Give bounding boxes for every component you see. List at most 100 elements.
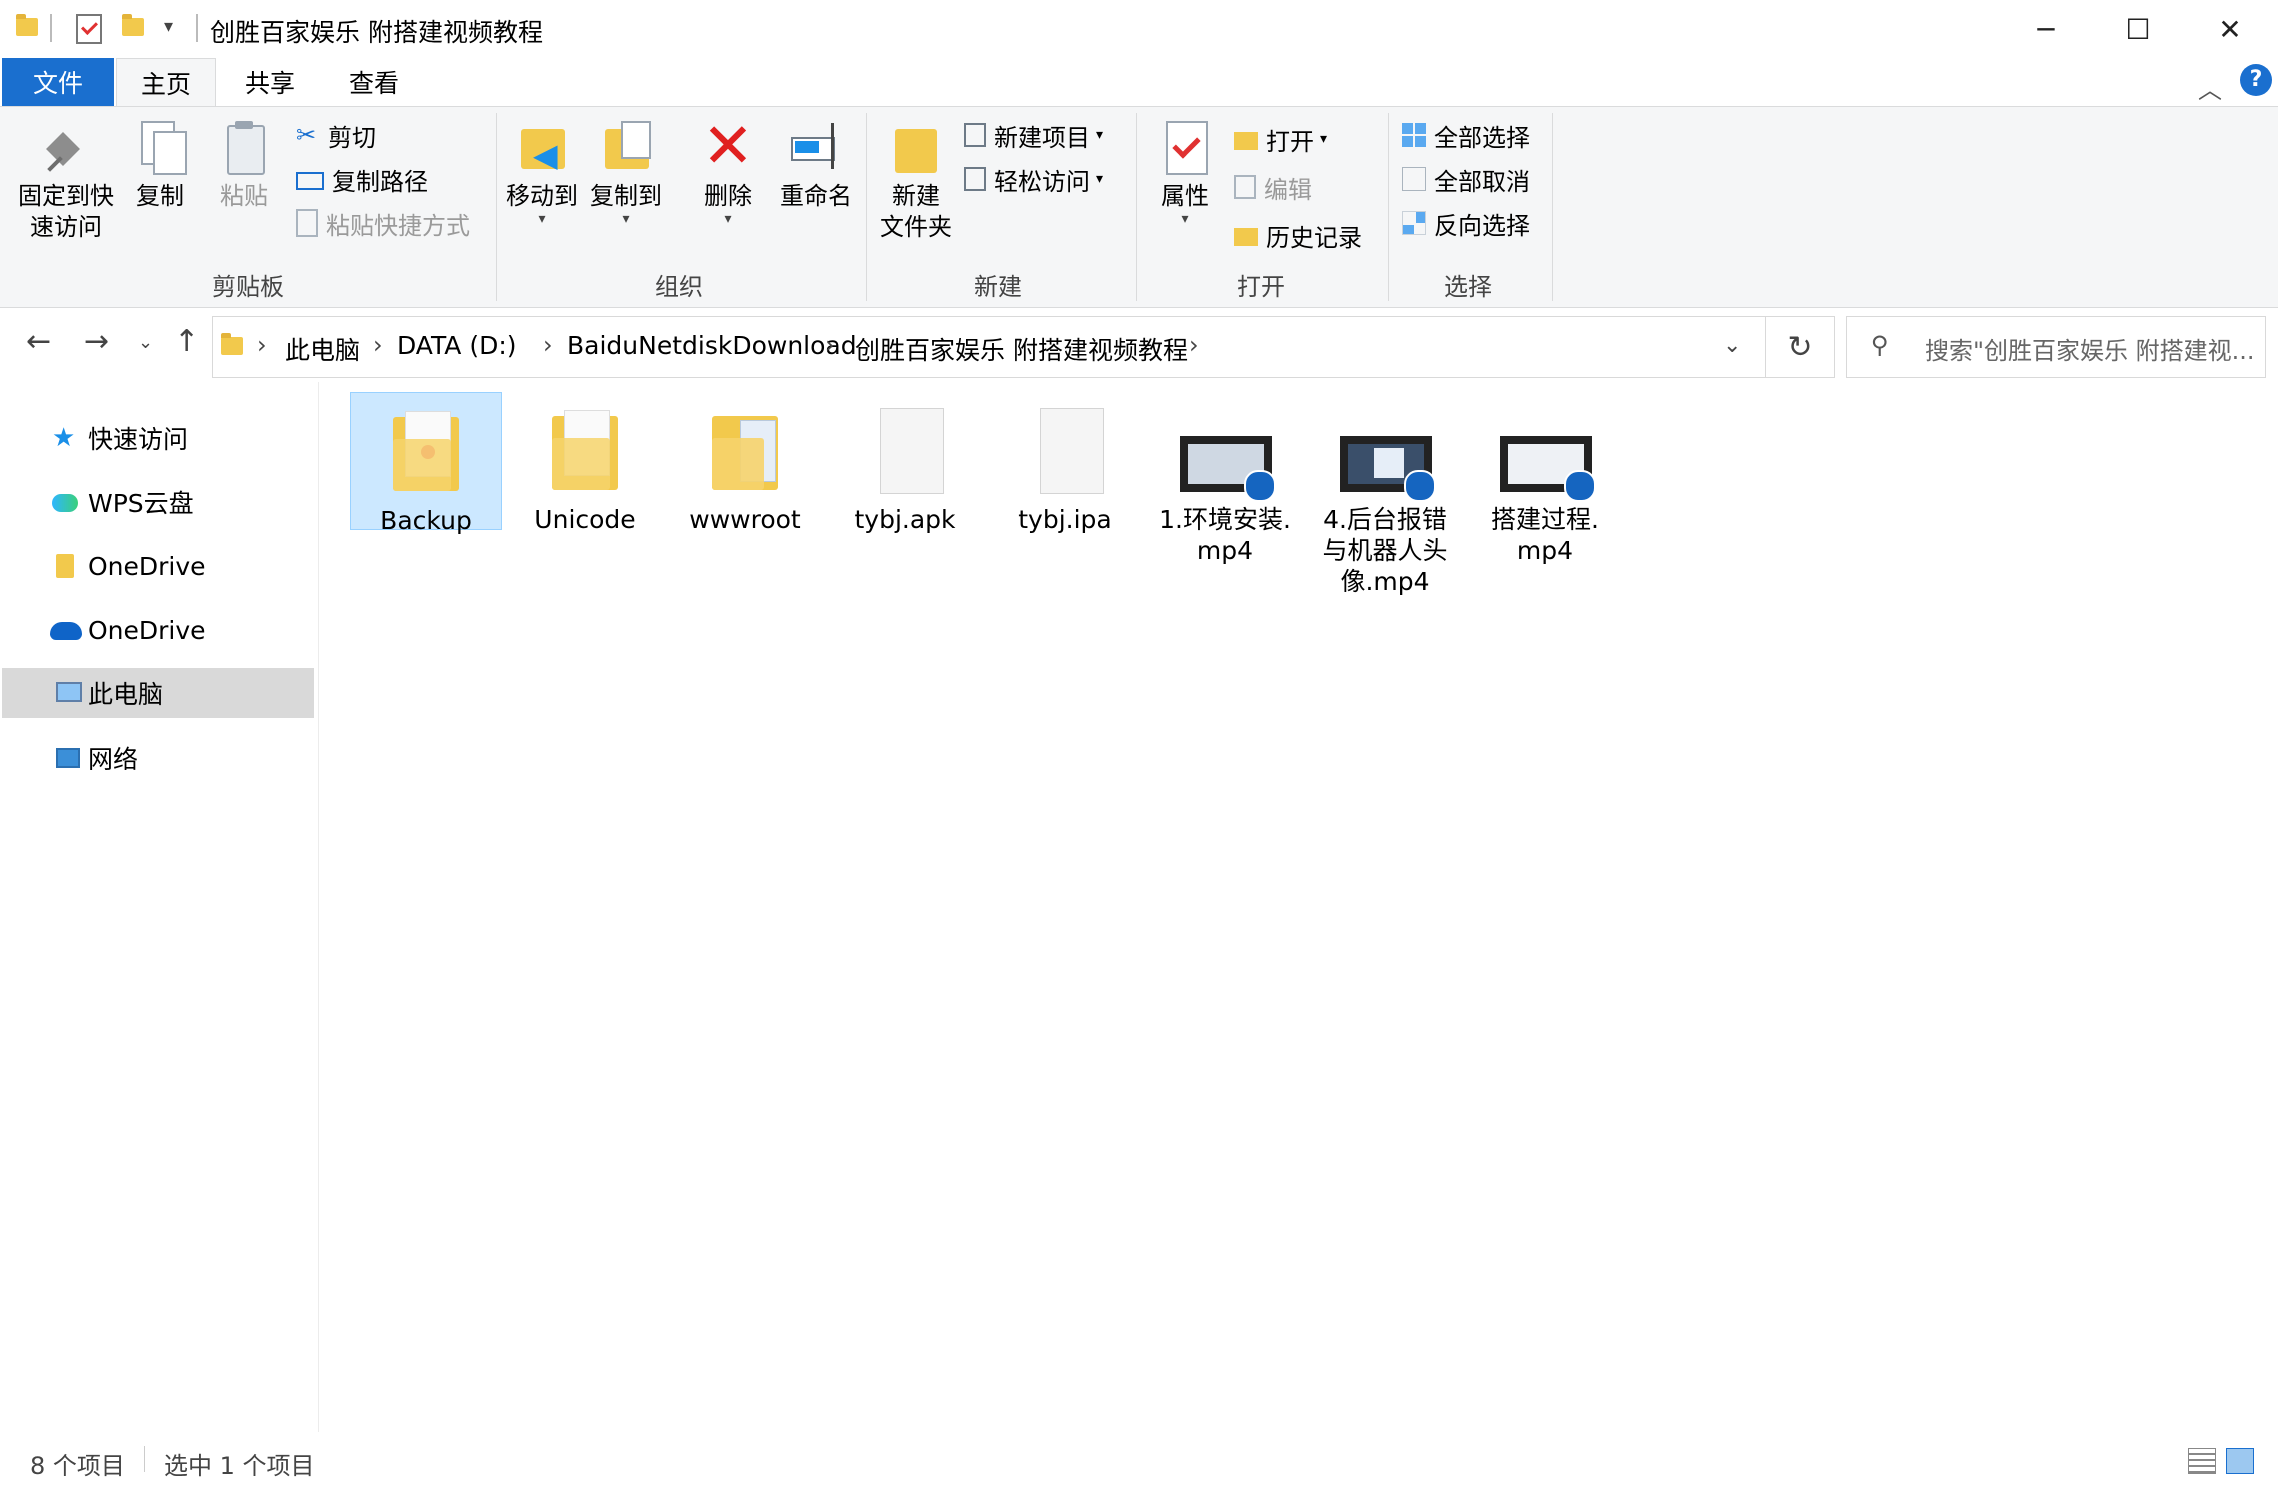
new-folder-button[interactable]: 新建 文件夹 <box>870 117 962 243</box>
pin-label-2: 速访问 <box>30 213 102 241</box>
file-item-video-3[interactable]: 搭建过程. mp4 <box>1470 392 1620 566</box>
tab-share[interactable]: 共享 <box>222 58 318 106</box>
video-thumbnail-icon <box>1500 406 1596 502</box>
forward-arrow-icon[interactable]: → <box>84 324 109 359</box>
cut-button[interactable]: ✂ 剪切 <box>296 117 376 153</box>
breadcrumb-current[interactable]: 创胜百家娱乐 附搭建视频教程 <box>855 331 1188 367</box>
new-folder-icon <box>887 117 945 175</box>
nav-item-onedrive[interactable]: OneDrive <box>2 606 314 654</box>
dropdown-arrow-icon: ▾ <box>1096 171 1104 187</box>
edit-pencil-icon <box>1234 175 1256 199</box>
nav-item-label: 网络 <box>88 745 139 774</box>
file-name-line-3: 像.mp4 <box>1340 567 1430 596</box>
cut-label: 剪切 <box>328 123 376 152</box>
dropdown-arrow-icon: ▾ <box>724 211 732 227</box>
properties-icon[interactable] <box>76 14 102 44</box>
edit-button[interactable]: 编辑 <box>1234 169 1312 205</box>
collapse-ribbon-icon[interactable]: ︿ <box>2198 70 2222 105</box>
search-input[interactable]: 搜索"创胜百家娱乐 附搭建视... <box>1925 331 2255 366</box>
window-title: 创胜百家娱乐 附搭建视频教程 <box>210 18 543 47</box>
address-bar[interactable]: › 此电脑 › DATA (D:) › BaiduNetdiskDownload… <box>212 316 1766 378</box>
nav-item-wps-cloud[interactable]: WPS云盘 <box>2 478 314 526</box>
new-item-label: 新建项目 <box>994 123 1090 152</box>
pin-quick-access-button[interactable]: 固定到快 速访问 <box>8 117 124 243</box>
new-item-button[interactable]: 新建项目 ▾ <box>964 117 1103 153</box>
copy-label: 复制 <box>136 182 184 210</box>
copy-path-button[interactable]: 复制路径 <box>296 161 428 197</box>
breadcrumb-drive[interactable]: DATA (D:) <box>397 331 517 360</box>
video-thumbnail-icon <box>1180 406 1276 502</box>
file-item-wwwroot[interactable]: wwwroot <box>670 392 820 535</box>
rename-button[interactable]: 重命名 <box>772 117 860 212</box>
paste-shortcut-button[interactable]: 粘贴快捷方式 <box>296 205 470 241</box>
breadcrumb-chevron-icon[interactable]: › <box>1189 331 1199 359</box>
new-folder-icon[interactable] <box>122 14 144 36</box>
minimize-button[interactable]: ─ <box>2000 0 2092 58</box>
invert-selection-button[interactable]: 反向选择 <box>1402 205 1530 241</box>
maximize-button[interactable]: ☐ <box>2092 0 2184 58</box>
help-icon[interactable]: ? <box>2240 64 2272 96</box>
breadcrumb-this-pc[interactable]: 此电脑 <box>285 331 360 367</box>
refresh-button[interactable]: ↻ <box>1766 316 1835 378</box>
file-item-tybj-ipa[interactable]: tybj.ipa <box>990 392 1140 535</box>
tab-home[interactable]: 主页 <box>116 58 216 107</box>
nav-item-quick-access[interactable]: ★ 快速访问 <box>2 414 314 462</box>
file-item-tybj-apk[interactable]: tybj.apk <box>830 392 980 535</box>
properties-button[interactable]: 属性 ▾ <box>1140 117 1230 226</box>
recent-locations-chevron-icon[interactable]: ⌄ <box>138 332 153 353</box>
nav-item-network[interactable]: 网络 <box>2 734 314 782</box>
pin-label-1: 固定到快 <box>18 182 114 210</box>
group-label-organize: 组织 <box>655 273 703 301</box>
close-button[interactable]: ✕ <box>2184 0 2276 58</box>
copy-to-label: 复制到 <box>590 182 662 210</box>
breadcrumb-folder[interactable]: BaiduNetdiskDownload <box>567 331 857 360</box>
divider <box>144 1446 145 1472</box>
file-item-backup[interactable]: Backup <box>350 392 502 535</box>
move-to-button[interactable]: ◀ 移动到 ▾ <box>500 117 584 226</box>
delete-button[interactable]: ✕ 删除 ▾ <box>684 115 772 227</box>
file-name: tybj.apk <box>854 505 956 534</box>
video-thumbnail-icon <box>1340 406 1436 502</box>
back-arrow-icon[interactable]: ← <box>26 324 51 359</box>
delete-label: 删除 <box>704 182 752 210</box>
dropdown-arrow-icon: ▾ <box>1320 131 1328 147</box>
file-name: Backup <box>380 506 472 535</box>
search-box[interactable]: ⚲ 搜索"创胜百家娱乐 附搭建视... <box>1846 316 2266 378</box>
nav-item-this-pc[interactable]: 此电脑 <box>2 668 314 718</box>
computer-icon <box>56 682 82 702</box>
file-item-video-1[interactable]: 1.环境安装. mp4 <box>1150 392 1300 566</box>
copy-to-button[interactable]: 复制到 ▾ <box>584 117 668 226</box>
easy-access-button[interactable]: 轻松访问 ▾ <box>964 161 1103 197</box>
history-button[interactable]: 历史记录 <box>1234 217 1362 253</box>
file-item-unicode[interactable]: Unicode <box>510 392 660 535</box>
up-arrow-icon[interactable]: ↑ <box>174 324 199 359</box>
history-label: 历史记录 <box>1266 223 1362 252</box>
new-folder-label-1: 新建 <box>892 182 940 210</box>
tab-view[interactable]: 查看 <box>326 58 422 106</box>
select-none-button[interactable]: 全部取消 <box>1402 161 1530 197</box>
breadcrumb-chevron-icon[interactable]: › <box>825 331 835 359</box>
folder-icon <box>221 333 243 355</box>
group-label-clipboard: 剪贴板 <box>212 273 284 301</box>
file-item-video-2[interactable]: 4.后台报错 与机器人头 像.mp4 <box>1310 392 1460 597</box>
breadcrumb-chevron-icon[interactable]: › <box>257 331 267 359</box>
breadcrumb-chevron-icon[interactable]: › <box>373 331 383 359</box>
group-label-open: 打开 <box>1237 273 1285 301</box>
tab-file[interactable]: 文件 <box>2 58 114 106</box>
breadcrumb-chevron-icon[interactable]: › <box>543 331 553 359</box>
address-history-chevron-icon[interactable]: ⌄ <box>1723 333 1741 358</box>
pin-icon <box>37 117 95 175</box>
paste-button[interactable]: 粘贴 <box>208 117 280 212</box>
file-name-line-2: 与机器人头 <box>1322 536 1448 565</box>
large-icons-view-icon[interactable] <box>2226 1448 2254 1474</box>
copy-button[interactable]: 复制 <box>124 117 196 212</box>
details-view-icon[interactable] <box>2188 1448 2216 1474</box>
folder-icon <box>56 554 74 578</box>
select-all-button[interactable]: 全部选择 <box>1402 117 1530 153</box>
copy-icon <box>131 117 189 175</box>
customize-toolbar-icon[interactable]: ▾ <box>164 16 173 37</box>
nav-item-onedrive-folder[interactable]: OneDrive <box>2 542 314 590</box>
ribbon-tabs: 文件 主页 共享 查看 ︿ ? <box>0 58 2278 107</box>
open-button[interactable]: 打开 ▾ <box>1234 121 1327 157</box>
file-name-line-2: mp4 <box>1516 536 1574 565</box>
